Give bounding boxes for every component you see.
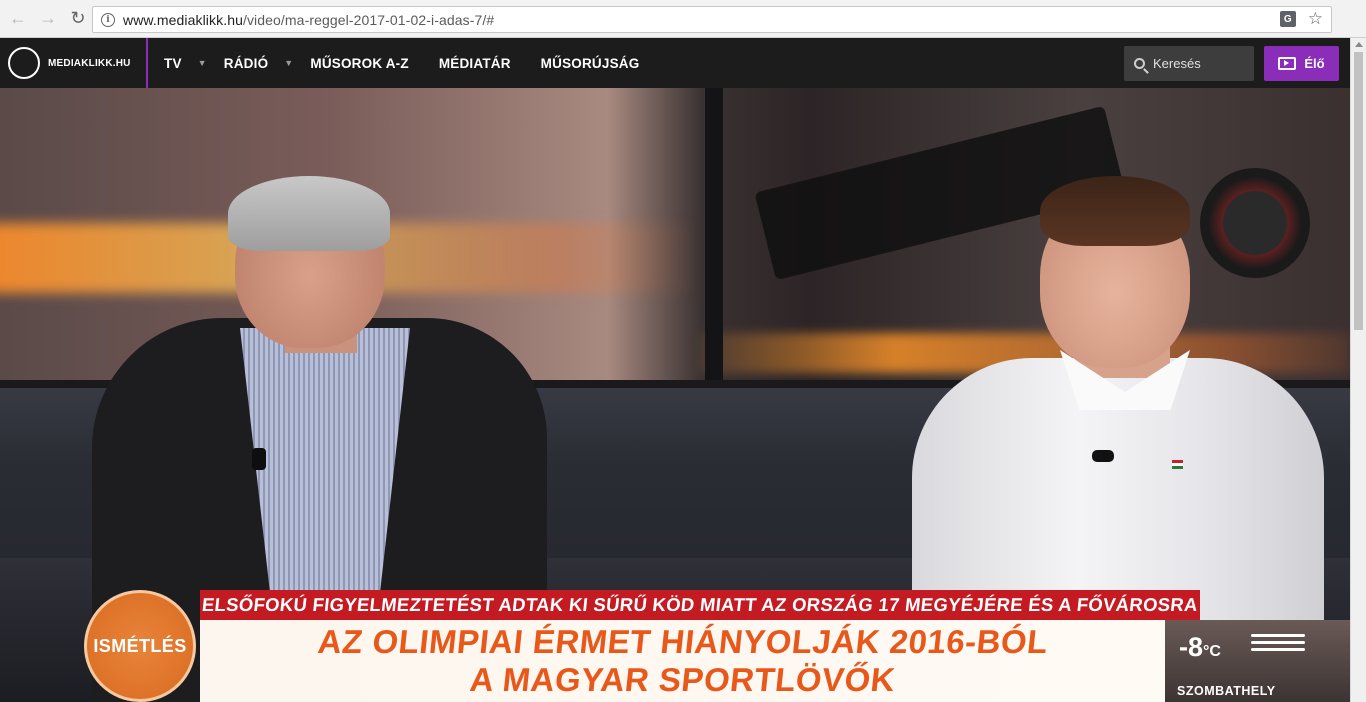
live-label: Élő [1304, 56, 1325, 71]
guest-right-microphone [1092, 450, 1114, 462]
back-arrow-icon: ← [9, 8, 27, 28]
address-bar[interactable]: i www.mediaklikk.hu/video/ma-reggel-2017… [92, 6, 1332, 33]
live-tv-icon [1278, 57, 1297, 70]
weather-widget: -8°C SZOMBATHELY [1165, 620, 1350, 702]
browser-toolbar: ← → ↻ i www.mediaklikk.hu/video/ma-regge… [0, 0, 1366, 38]
weather-city: SZOMBATHELY [1177, 684, 1276, 698]
translate-icon[interactable]: G [1279, 11, 1296, 27]
scroll-up-arrow-icon[interactable] [1355, 42, 1363, 47]
guest-left-microphone [252, 448, 266, 470]
guest-right-hair [1040, 176, 1190, 246]
url-path: /video/ma-reggel-2017-01-02-i-adas-7/# [242, 11, 495, 28]
hungarian-flag-pin-icon [1172, 460, 1183, 469]
guest-left-hair [228, 176, 390, 251]
bookmark-star-icon[interactable]: ☆ [1308, 10, 1323, 28]
ticker-text: ELSŐFOKÚ FIGYELMEZTETÉST ADTAK KI SŰRŰ K… [201, 594, 1200, 615]
temperature-value: -8 [1179, 632, 1204, 662]
screen-divider [705, 88, 723, 388]
menu-item-musorok[interactable]: MŰSOROK A-Z [310, 56, 408, 71]
replay-badge-text: ISMÉTLÉS [93, 635, 187, 656]
forward-arrow-icon: → [39, 8, 57, 28]
replay-badge: ISMÉTLÉS [84, 590, 196, 702]
reload-button[interactable]: ↻ [66, 7, 90, 31]
chevron-down-icon[interactable]: ▼ [284, 58, 293, 68]
site-header: MEDIAKLIKK.HU TV ▼ RÁDIÓ ▼ MŰSOROK A-Z M… [0, 38, 1366, 88]
menu-item-tv[interactable]: TV ▼ [164, 56, 207, 71]
back-button[interactable]: ← [6, 7, 30, 31]
scrollbar-thumb[interactable] [1354, 52, 1363, 330]
temperature: -8°C [1179, 632, 1221, 663]
live-button[interactable]: Élő [1264, 46, 1339, 81]
fog-icon [1251, 634, 1305, 656]
logo-circle-icon [8, 47, 40, 79]
logo-text: MEDIAKLIKK.HU [48, 57, 131, 69]
video-player[interactable]: ELSŐFOKÚ FIGYELMEZTETÉST ADTAK KI SŰRŰ K… [0, 88, 1350, 702]
reload-icon: ↻ [70, 8, 86, 28]
main-menu: TV ▼ RÁDIÓ ▼ MŰSOROK A-Z MÉDIATÁR MŰSORÚ… [148, 38, 639, 88]
chevron-down-icon[interactable]: ▼ [198, 58, 207, 68]
url-host: www.mediaklikk.hu [123, 11, 243, 28]
news-ticker: ELSŐFOKÚ FIGYELMEZTETÉST ADTAK KI SŰRŰ K… [200, 590, 1200, 620]
search-box[interactable] [1124, 46, 1254, 81]
site-logo[interactable]: MEDIAKLIKK.HU [0, 38, 148, 88]
menu-item-radio[interactable]: RÁDIÓ ▼ [224, 56, 294, 71]
headline-lower-third: AZ OLIMPIAI ÉRMET HIÁNYOLJÁK 2016-BÓL A … [200, 620, 1165, 702]
temperature-unit: °C [1203, 643, 1221, 660]
menu-item-musorujsag[interactable]: MŰSORÚJSÁG [541, 56, 640, 71]
headline-line-2: A MAGYAR SPORTLÖVŐK [468, 661, 898, 698]
menu-item-mediatar[interactable]: MÉDIATÁR [439, 56, 511, 71]
url-text[interactable]: www.mediaklikk.hu/video/ma-reggel-2017-0… [123, 12, 494, 28]
forward-button[interactable]: → [36, 7, 60, 31]
info-icon[interactable]: i [101, 12, 115, 27]
headline-line-1: AZ OLIMPIAI ÉRMET HIÁNYOLJÁK 2016-BÓL [315, 623, 1050, 660]
background-dial [1200, 168, 1310, 278]
page-scrollbar[interactable] [1350, 38, 1366, 702]
search-input[interactable] [1153, 56, 1248, 71]
search-icon[interactable] [1134, 58, 1145, 69]
